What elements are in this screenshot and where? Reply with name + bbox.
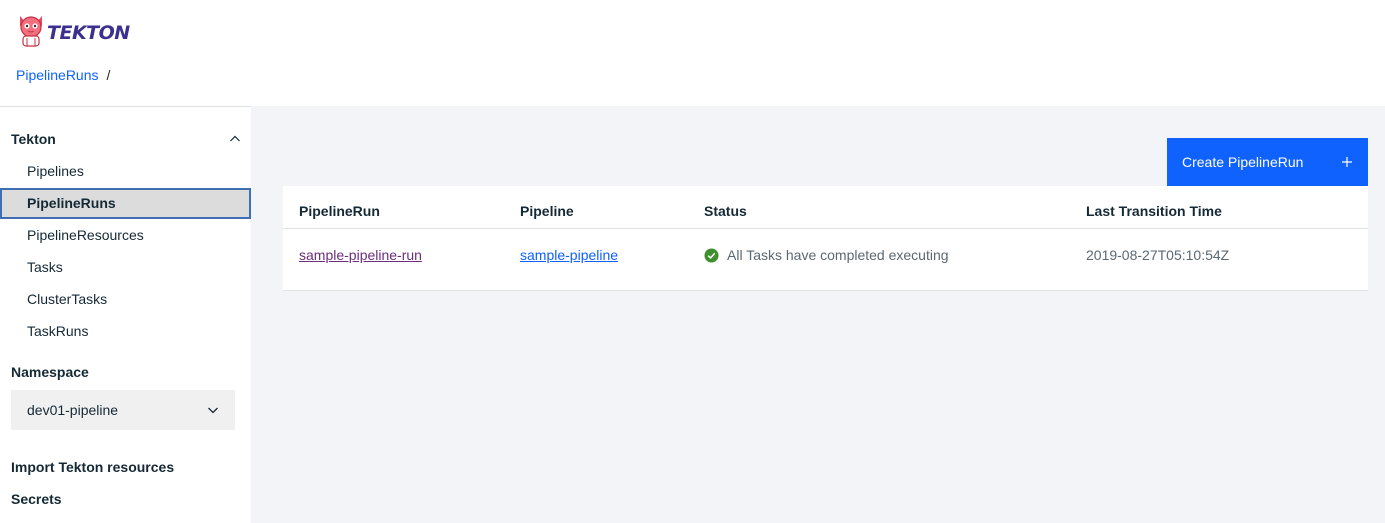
sidebar-item-clustertasks[interactable]: ClusterTasks <box>0 284 251 315</box>
plus-icon <box>1342 157 1352 167</box>
breadcrumb-pipelineruns-link[interactable]: PipelineRuns <box>16 67 99 83</box>
column-header-pipelinerun[interactable]: PipelineRun <box>299 203 380 219</box>
chevron-up-icon[interactable] <box>229 133 241 145</box>
last-transition-time-cell: 2019-08-27T05:10:54Z <box>1086 247 1230 263</box>
pipeline-cell: sample-pipeline <box>520 247 618 263</box>
create-pipelinerun-label: Create PipelineRun <box>1182 154 1304 170</box>
tekton-cat-icon <box>20 16 42 47</box>
pipelineruns-table: PipelineRun Pipeline Status Last Transit… <box>283 186 1368 291</box>
pipelinerun-link[interactable]: sample-pipeline-run <box>299 247 422 263</box>
tekton-logo[interactable]: TEKTON <box>16 14 130 48</box>
logo-text: TEKTON <box>47 22 130 44</box>
column-header-pipeline[interactable]: Pipeline <box>520 203 574 219</box>
column-header-last-transition-time[interactable]: Last Transition Time <box>1086 203 1222 219</box>
sidebar-item-pipelineruns[interactable]: PipelineRuns <box>0 188 251 219</box>
sidebar-section-title: Tekton <box>11 131 56 147</box>
create-pipelinerun-button[interactable]: Create PipelineRun <box>1167 138 1368 186</box>
breadcrumb-separator: / <box>106 67 111 83</box>
header: TEKTON PipelineRuns / <box>0 0 1385 106</box>
namespace-label: Namespace <box>11 364 89 380</box>
import-tekton-resources-link[interactable]: Import Tekton resources <box>11 459 174 475</box>
secrets-link[interactable]: Secrets <box>11 491 62 507</box>
pipelinerun-cell: sample-pipeline-run <box>299 247 422 263</box>
breadcrumb: PipelineRuns / <box>16 67 110 83</box>
pipeline-link[interactable]: sample-pipeline <box>520 247 618 263</box>
namespace-value: dev01-pipeline <box>27 402 119 418</box>
sidebar-item-pipelines[interactable]: Pipelines <box>0 156 251 187</box>
status-cell: All Tasks have completed executing <box>704 247 949 263</box>
column-header-status[interactable]: Status <box>704 203 747 219</box>
namespace-dropdown[interactable]: dev01-pipeline <box>11 390 235 430</box>
table-header: PipelineRun Pipeline Status Last Transit… <box>283 186 1368 229</box>
sidebar-section-tekton[interactable]: Tekton <box>11 131 241 147</box>
checkmark-circle-icon <box>704 247 719 263</box>
sidebar: Tekton Pipelines PipelineRuns PipelineRe… <box>0 106 251 523</box>
sidebar-item-pipelineresources[interactable]: PipelineResources <box>0 220 251 251</box>
sidebar-item-tasks[interactable]: Tasks <box>0 252 251 283</box>
status-text: All Tasks have completed executing <box>727 247 949 263</box>
chevron-down-icon <box>208 407 218 414</box>
sidebar-item-taskruns[interactable]: TaskRuns <box>0 316 251 347</box>
main-content: Create PipelineRun PipelineRun Pipeline … <box>251 106 1385 523</box>
